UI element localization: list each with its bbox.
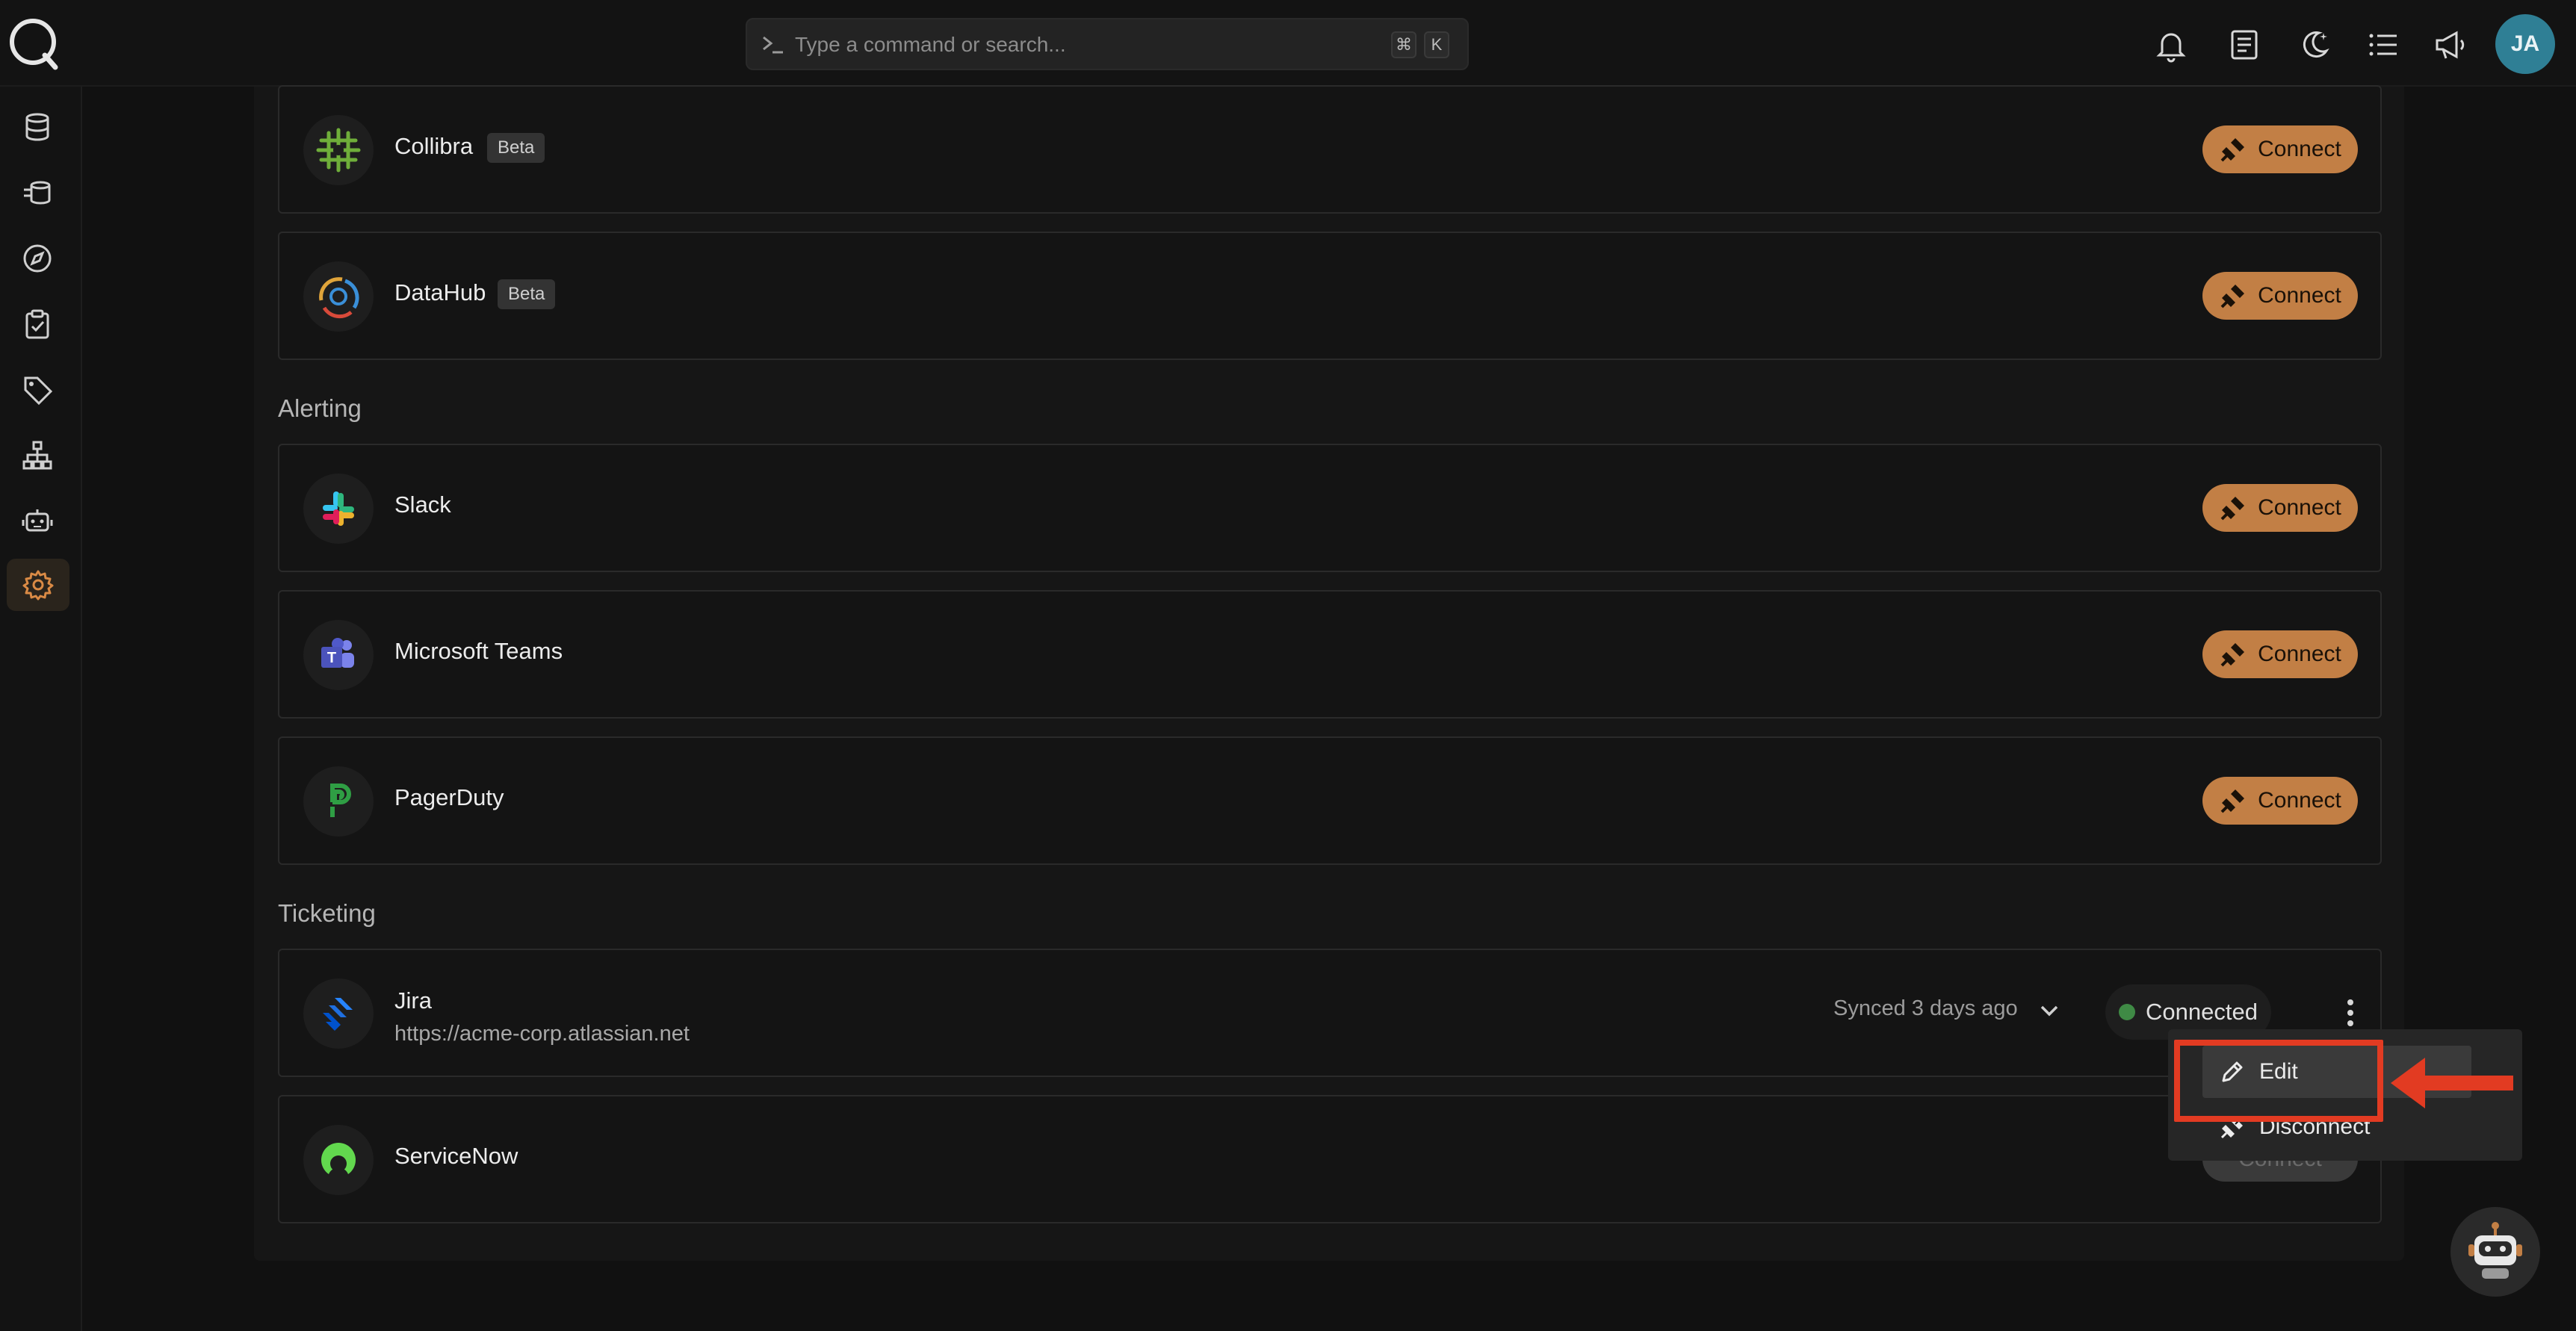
sidebar-item-assistant[interactable]: [18, 502, 57, 541]
connect-button-teams[interactable]: Connect: [2202, 630, 2358, 678]
sidebar-item-tasks[interactable]: [18, 305, 57, 344]
section-title-alerting: Alerting: [278, 394, 362, 422]
jira-site-url: https://acme-corp.atlassian.net: [394, 1022, 690, 1046]
integration-card-servicenow: ServiceNow Connect: [278, 1095, 2382, 1223]
integration-card-teams: T Microsoft Teams Connect: [278, 590, 2382, 719]
sidebar: [0, 87, 82, 1331]
shortcut-k-key: K: [1424, 31, 1449, 58]
slack-logo-icon: [303, 474, 374, 544]
bell-icon[interactable]: [2153, 27, 2189, 63]
connect-label: Connect: [2258, 495, 2341, 520]
connect-button-pagerduty[interactable]: Connect: [2202, 777, 2358, 825]
integration-card-pagerduty: PagerDuty Connect: [278, 736, 2382, 865]
sidebar-item-explore[interactable]: [18, 239, 57, 278]
section-title-ticketing: Ticketing: [278, 899, 376, 927]
app-logo-icon[interactable]: [6, 15, 63, 72]
top-bar: Type a command or search... ⌘ K JA: [0, 0, 2576, 87]
megaphone-icon[interactable]: [2433, 27, 2468, 63]
plug-icon: [2220, 497, 2245, 521]
robot-icon: [22, 509, 53, 532]
jira-logo-icon: [303, 978, 374, 1049]
sidebar-item-data-stack[interactable]: [18, 173, 57, 212]
plug-icon: [2220, 643, 2245, 667]
status-label: Connected: [2146, 999, 2258, 1025]
connect-button-slack[interactable]: Connect: [2202, 484, 2358, 532]
integration-name: DataHub: [394, 279, 486, 305]
assistant-bot-button[interactable]: [2450, 1207, 2540, 1297]
beta-badge: Beta: [487, 133, 545, 163]
document-icon[interactable]: [2226, 27, 2262, 63]
shortcut-cmd-key: ⌘: [1391, 31, 1417, 58]
search-placeholder: Type a command or search...: [795, 33, 1066, 56]
microsoft-teams-logo-icon: T: [303, 620, 374, 690]
sidebar-item-database[interactable]: [18, 108, 57, 146]
datahub-logo-icon: [303, 261, 374, 332]
servicenow-logo-icon: [303, 1125, 374, 1195]
connect-button-collibra[interactable]: Connect: [2202, 125, 2358, 173]
sidebar-item-lineage[interactable]: [18, 436, 57, 475]
database-icon: [25, 113, 49, 141]
connect-label: Connect: [2258, 283, 2341, 308]
collibra-logo-icon: [303, 115, 374, 185]
integration-name: Microsoft Teams: [394, 638, 563, 664]
connect-label: Connect: [2258, 137, 2341, 161]
data-stack-icon: [24, 181, 51, 205]
list-icon[interactable]: [2365, 27, 2401, 63]
integration-name: Slack: [394, 491, 451, 518]
tag-icon: [24, 376, 53, 406]
user-avatar[interactable]: JA: [2495, 14, 2555, 74]
connect-label: Connect: [2258, 642, 2341, 666]
connect-button-datahub[interactable]: Connect: [2202, 272, 2358, 320]
sidebar-item-settings[interactable]: [7, 559, 69, 611]
integration-name: Collibra: [394, 133, 474, 159]
compass-icon: [23, 244, 52, 273]
unplug-icon: [2220, 1117, 2243, 1139]
plug-icon: [2220, 138, 2245, 162]
terminal-prompt-icon: [763, 36, 783, 54]
beta-badge: Beta: [498, 279, 556, 309]
svg-text:T: T: [327, 650, 336, 666]
chevron-down-icon[interactable]: [2037, 998, 2062, 1023]
sync-status-text: Synced 3 days ago: [1833, 996, 2018, 1020]
connect-label: Connect: [2258, 788, 2341, 813]
integration-card-collibra: Collibra Beta Connect: [278, 85, 2382, 214]
gear-icon: [22, 570, 54, 601]
integration-name: ServiceNow: [394, 1143, 518, 1169]
pagerduty-logo-icon: [303, 766, 374, 837]
integration-card-jira: Jira https://acme-corp.atlassian.net Syn…: [278, 949, 2382, 1077]
plug-icon: [2220, 789, 2245, 813]
menu-item-edit-label: Edit: [2259, 1059, 2298, 1084]
plug-icon: [2220, 285, 2245, 308]
integration-card-slack: Slack Connect: [278, 444, 2382, 572]
menu-item-disconnect-label: Disconnect: [2259, 1114, 2371, 1139]
hierarchy-icon: [22, 441, 52, 470]
robot-icon: [2468, 1222, 2522, 1279]
command-search[interactable]: Type a command or search... ⌘ K: [746, 18, 1469, 70]
more-options-icon[interactable]: [2335, 995, 2365, 1031]
integration-name: Jira: [394, 987, 432, 1014]
sidebar-item-tags[interactable]: [18, 370, 57, 409]
pencil-icon: [2222, 1061, 2243, 1082]
clipboard-check-icon: [25, 309, 49, 339]
integration-card-datahub: DataHub Beta Connect: [278, 232, 2382, 360]
integration-name: PagerDuty: [394, 784, 504, 810]
moon-icon[interactable]: [2297, 27, 2332, 63]
annotation-arrow-icon: [2391, 1058, 2513, 1108]
status-dot: [2119, 1004, 2136, 1020]
